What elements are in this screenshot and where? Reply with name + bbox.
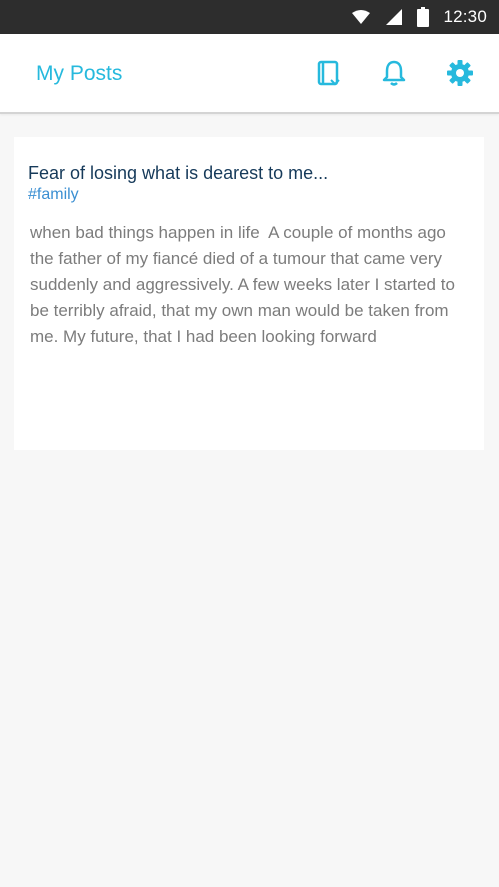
gear-icon[interactable] — [446, 59, 474, 87]
post-title[interactable]: Fear of losing what is dearest to me... — [28, 163, 328, 184]
app-bar-actions — [314, 59, 474, 87]
app-bar: My Posts — [0, 34, 499, 114]
page-title: My Posts — [36, 62, 123, 85]
post-card[interactable]: Fear of losing what is dearest to me... … — [14, 137, 484, 450]
signal-icon — [386, 9, 403, 25]
post-tag[interactable]: #family — [28, 186, 79, 204]
status-bar: 12:30 — [0, 0, 499, 34]
bell-icon[interactable] — [380, 59, 408, 87]
post-body: when bad things happen in life A couple … — [30, 223, 460, 346]
journal-icon[interactable] — [314, 59, 342, 87]
status-time: 12:30 — [443, 7, 487, 26]
wifi-icon — [352, 10, 371, 24]
battery-icon — [417, 7, 430, 27]
